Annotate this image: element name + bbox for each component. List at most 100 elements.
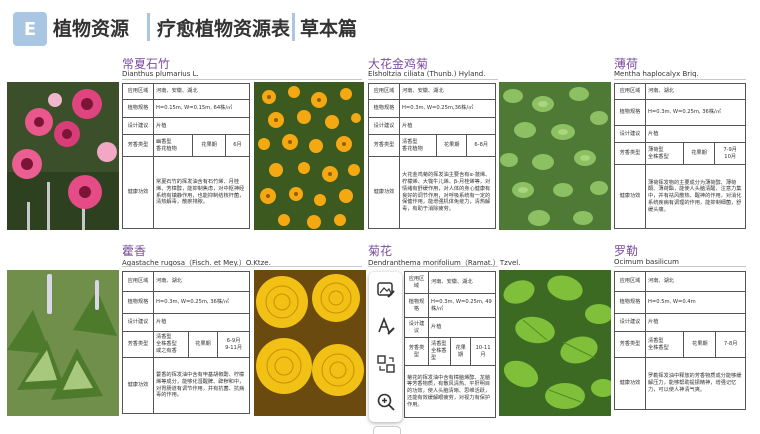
basil-photo (499, 270, 611, 416)
text-style-icon (378, 316, 395, 335)
label-region: 应用区域 (368, 83, 400, 100)
label-flowering: 花果期 (683, 331, 717, 358)
dianthus-photo (7, 82, 119, 230)
label-aroma: 芳香类型 (614, 142, 646, 165)
label-spec: 植物规格 (122, 99, 154, 118)
aroma-value: 清香型 香花植物 (399, 134, 437, 157)
card-divider (368, 266, 498, 267)
plant-info-table: 应用区域 河南、安徽、湖北 植物规格 H=0.3m, W=0.25m, 49株/㎡ … (404, 271, 497, 418)
design-value: 片植 (153, 313, 250, 332)
design-value: 片植 (428, 317, 496, 338)
flowering-value: 7-8月 (715, 331, 746, 358)
section-badge: E (13, 12, 47, 46)
health-value: 菊花的挥发油中含有樟脑烯醇、龙脑等芳香物质，有散风清热、平肝明目的功效，使人头脑… (404, 365, 496, 418)
region-value: 河南、湖北 (153, 271, 250, 292)
page-header: E 植物资源 疗愈植物资源表 草本篇 (0, 0, 760, 52)
aroma-value: 清香型 全株香型 (644, 331, 685, 358)
label-design: 设计建议 (368, 117, 400, 135)
header-divider (147, 13, 150, 41)
label-design: 设计建议 (122, 117, 154, 135)
label-aroma: 芳香类型 (122, 134, 154, 157)
design-value: 片植 (645, 125, 746, 143)
label-aroma: 芳香类型 (368, 134, 400, 157)
aroma-value: 清香型 全株香型 或之有香 (153, 331, 189, 358)
label-aroma: 芳香类型 (614, 331, 646, 358)
image-edit-button[interactable] (374, 278, 398, 302)
label-health: 健康功效 (122, 156, 154, 229)
health-value: 罗勒挥发油中释放的芳香物质成分能够缓解压力，能够帮助提振精神，增强记忆力，可以使… (645, 357, 746, 410)
floating-toolbar (369, 272, 402, 422)
header-divider (292, 13, 295, 41)
spec-value: H=0.3m, W=0.25m,36株/㎡ (399, 99, 496, 118)
layout-button[interactable] (374, 352, 398, 376)
plant-info-table: 应用区域 河南、湖北 植物规格 H=0.3m, W=0.25m, 36株/㎡ 设计建… (122, 271, 250, 414)
label-flowering: 花果期 (682, 142, 716, 165)
flowering-value: 6月 (224, 134, 251, 157)
region-value: 河南、安徽、湖北 (399, 83, 496, 100)
label-design: 设计建议 (614, 125, 646, 143)
label-design: 设计建议 (404, 317, 429, 338)
health-value: 常夏石竹的挥发油含有石竹烯、月桂烯、芳樟醇，能抑制焦虑，对中枢神经系统有镇静作用… (153, 156, 250, 229)
label-region: 应用区域 (614, 83, 646, 100)
label-aroma: 芳香类型 (122, 331, 154, 358)
card-divider (122, 79, 362, 80)
plant-latin-name: Mentha haplocalyx Briq. (614, 70, 699, 78)
label-region: 应用区域 (614, 271, 646, 292)
label-spec: 植物规格 (614, 291, 646, 314)
label-flowering: 花果期 (192, 134, 226, 157)
agastache-photo (7, 270, 119, 416)
design-value: 片植 (153, 117, 250, 135)
spec-value: H=0.3m, W=0.25m, 36株/㎡ (645, 99, 746, 126)
plant-info-table: 应用区域 河南、安徽、湖北 植物规格 H=0.3m, W=0.25m,36株/㎡ 设… (368, 83, 496, 229)
chrysanthemum-photo (254, 270, 366, 416)
layout-icon (377, 355, 395, 373)
flowering-value: 7-9月 10月 (714, 142, 746, 165)
spec-value: H=0.3m, W=0.25m, 49株/㎡ (428, 293, 496, 318)
plant-info-table: 应用区域 河南、湖北 植物规格 H=0.5m, W=0.4m 设计建议 片植 芳香类型… (614, 271, 746, 410)
label-spec: 植物规格 (614, 99, 646, 126)
region-value: 河南、安徽、湖北 (153, 83, 250, 100)
flowering-value: 6-8月 (466, 134, 496, 157)
flowering-value: 10-11月 (469, 337, 497, 366)
label-spec: 植物规格 (404, 293, 429, 318)
aroma-value: 薄荷型 全株香型 (645, 142, 684, 165)
label-design: 设计建议 (614, 313, 646, 332)
region-value: 河南、湖北 (645, 271, 746, 292)
label-design: 设计建议 (122, 313, 154, 332)
panel-handle[interactable] (373, 426, 401, 434)
card-divider (122, 266, 362, 267)
label-aroma: 芳香类型 (404, 337, 429, 366)
subsection-title: 草本篇 (300, 18, 358, 40)
region-value: 河南、湖北 (645, 83, 746, 100)
label-flowering: 花果期 (450, 337, 471, 366)
plant-latin-name: Ocimum basilicum (614, 258, 679, 266)
label-health: 健康功效 (614, 164, 646, 229)
zoom-button[interactable] (374, 390, 398, 414)
label-region: 应用区域 (122, 83, 154, 100)
card-divider (614, 266, 746, 267)
flowering-value: 6-9月 9-11月 (217, 331, 250, 358)
mint-photo (499, 82, 611, 230)
label-health: 健康功效 (122, 357, 154, 414)
label-spec: 植物规格 (368, 99, 400, 118)
design-value: 片植 (645, 313, 746, 332)
label-spec: 植物规格 (122, 291, 154, 314)
label-health: 健康功效 (614, 357, 646, 410)
zoom-in-icon (377, 393, 395, 411)
plant-name: 罗勒 (614, 244, 639, 258)
health-value: 薄荷挥发物的主要成分为薄荷醇、薄荷酮、薄荷酯，能使人头脑清醒、注意力集中，并有祛… (645, 164, 746, 229)
spec-value: H=0.15m, W=0.15m, 64株/㎡ (153, 99, 250, 118)
spec-value: H=0.5m, W=0.4m (645, 291, 746, 314)
text-style-button[interactable] (374, 314, 398, 338)
plant-info-table: 应用区域 河南、安徽、湖北 植物规格 H=0.15m, W=0.15m, 64株/㎡… (122, 83, 251, 229)
label-flowering: 花果期 (187, 331, 219, 358)
label-region: 应用区域 (122, 271, 154, 292)
aroma-value: 幽香型 香花植物 (152, 134, 194, 157)
health-value: 大花金鸡菊的挥发油主要含有α-蒎烯、柠檬烯、大牻牛儿烯、β-月桂烯等，对情绪有舒… (399, 156, 496, 229)
region-value: 河南、安徽、湖北 (428, 271, 496, 294)
label-region: 应用区域 (404, 271, 429, 294)
plant-info-table: 应用区域 河南、湖北 植物规格 H=0.3m, W=0.25m, 36株/㎡ 设计建… (614, 83, 746, 229)
plant-latin-name: Dianthus plumarius L. (122, 70, 199, 78)
plant-latin-name: Elsholtzia ciliata (Thunb.) Hyland. (368, 70, 486, 78)
table-title: 疗愈植物资源表 (157, 18, 291, 40)
